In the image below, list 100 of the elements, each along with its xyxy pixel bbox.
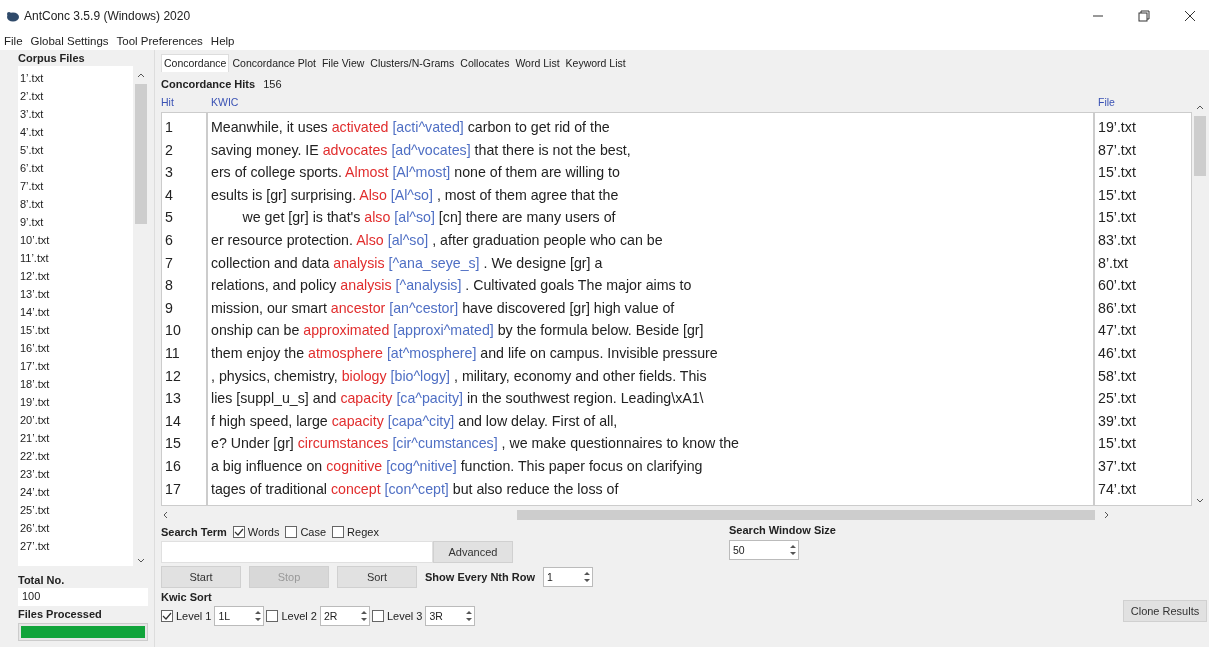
kwic-line: mission, our smart ancestor [an^cestor] have discovered [gr] high value of: [210, 298, 676, 318]
file-list-item[interactable]: 3’.txt: [20, 105, 131, 123]
action-button[interactable]: Start: [161, 566, 241, 588]
spinner-arrows-icon[interactable]: [464, 608, 475, 624]
total-label: Total No.: [18, 574, 66, 586]
hit-number: 6: [164, 230, 174, 250]
checkbox[interactable]: [266, 610, 279, 622]
menu-item[interactable]: Global Settings: [30, 35, 109, 47]
kwic-line: tages of traditional concept [con^cept] but also reduce the loss of: [210, 479, 620, 499]
spinner-field[interactable]: 1: [543, 567, 594, 587]
tab[interactable]: Concordance: [161, 54, 230, 72]
hit-number: 8: [164, 276, 174, 296]
file-list-item[interactable]: 13’.txt: [20, 285, 131, 303]
file-list-item[interactable]: 26’.txt: [20, 519, 131, 537]
restore-icon[interactable]: [1137, 9, 1151, 23]
option-label: Regex: [347, 526, 379, 538]
file-name: 39’.txt: [1097, 411, 1137, 431]
hit-number: 9: [164, 298, 174, 318]
kwic-line: f high speed, large capacity [capa^city] and low delay. First of all,: [210, 411, 619, 431]
checkbox[interactable]: [161, 610, 173, 622]
column-header[interactable]: KWIC: [207, 92, 1094, 112]
column-header[interactable]: Hit: [161, 92, 207, 112]
file-list-item[interactable]: 9’.txt: [20, 213, 131, 231]
spinner-arrows-icon[interactable]: [788, 542, 799, 558]
kwic-line: lies [suppl_u_s] and capacity [ca^pacity] in the southwest region. Leading\xA1\: [210, 389, 705, 409]
option-label: Level 1: [176, 610, 212, 622]
file-list-item[interactable]: 19’.txt: [20, 393, 131, 411]
file-list-item[interactable]: 1’.txt: [20, 69, 131, 87]
menu-item[interactable]: Help: [210, 35, 235, 47]
option-label: Words: [247, 526, 280, 538]
spinner-field[interactable]: 2R: [319, 606, 370, 626]
file-name: 46’.txt: [1097, 343, 1137, 363]
kwic-line: er resource protection. Also [al^so] , after graduation people who can be: [210, 230, 664, 250]
checkbox[interactable]: [232, 526, 245, 538]
spinner-field[interactable]: 1L: [214, 606, 265, 626]
spinner-field[interactable]: 3R: [425, 606, 476, 626]
file-list-item[interactable]: 11’.txt: [20, 249, 131, 267]
clone-results-button[interactable]: Clone Results: [1123, 600, 1207, 622]
file-name: 74’.txt: [1097, 479, 1137, 499]
file-list-item[interactable]: 17’.txt: [20, 357, 131, 375]
app-logo-icon: [6, 10, 20, 22]
action-button[interactable]: Sort: [337, 566, 417, 588]
column-header[interactable]: File: [1094, 92, 1192, 112]
file-list-item[interactable]: 24’.txt: [20, 483, 131, 501]
file-list-item[interactable]: 21’.txt: [20, 429, 131, 447]
spinner-field[interactable]: 50: [729, 540, 800, 560]
file-list-item[interactable]: 10’.txt: [20, 231, 131, 249]
file-list-item[interactable]: 4’.txt: [20, 123, 131, 141]
kwic-line: Meanwhile, it uses activated [acti^vated] carbon to get rid of the: [210, 118, 611, 137]
file-list-item[interactable]: 23’.txt: [20, 465, 131, 483]
file-list-item[interactable]: 12’.txt: [20, 267, 131, 285]
file-list-item[interactable]: 2’.txt: [20, 87, 131, 105]
hit-number: 7: [164, 253, 174, 273]
hit-number: 13: [164, 389, 182, 409]
file-list-item[interactable]: 8’.txt: [20, 195, 131, 213]
file-name: 60’.txt: [1097, 276, 1137, 296]
file-list-item[interactable]: 25’.txt: [20, 501, 131, 519]
file-name: 15’.txt: [1097, 185, 1137, 205]
kwic-line: ers of college sports. Almost [Al^most] none of them are willing to: [210, 163, 621, 183]
scrollbar-thumb[interactable]: [134, 84, 147, 224]
option-label: Level 2: [281, 610, 317, 622]
checkbox[interactable]: [371, 610, 384, 622]
menu-item[interactable]: Tool Preferences: [116, 35, 203, 47]
processed-label: Files Processed: [18, 608, 103, 620]
spinner-arrows-icon[interactable]: [582, 569, 593, 585]
search-field[interactable]: [161, 541, 433, 563]
file-list-item[interactable]: 15’.txt: [20, 321, 131, 339]
kwic-line: a big influence on cognitive [cog^nitive] function. This paper focus on clarifying: [210, 456, 704, 476]
file-list-item[interactable]: 5’.txt: [20, 141, 131, 159]
file-list-item[interactable]: 16’.txt: [20, 339, 131, 357]
file-list-item[interactable]: 6’.txt: [20, 159, 131, 177]
spinner-arrows-icon[interactable]: [253, 608, 264, 624]
file-list-item[interactable]: 22’.txt: [20, 447, 131, 465]
kwic-line: e? Under [gr] circumstances [cir^cumstances] , we make questionnaires to know the: [210, 434, 740, 454]
kwic-line: we get [gr] is that's also [al^so] [cn] there are many users of: [241, 208, 617, 228]
kwic-line: them enjoy the atmosphere [at^mosphere] and life on campus. Invisible pressure: [210, 343, 719, 363]
hit-number: 5: [164, 208, 174, 228]
scrollbar-thumb[interactable]: [1193, 116, 1206, 176]
checkbox[interactable]: [285, 526, 298, 538]
menu-item[interactable]: File: [4, 35, 23, 47]
advanced-button[interactable]: Advanced: [433, 541, 513, 563]
close-icon[interactable]: [1183, 9, 1197, 23]
file-list-item[interactable]: 20’.txt: [20, 411, 131, 429]
hit-number: 3: [164, 163, 174, 183]
window-size-label: Search Window Size: [729, 524, 836, 536]
hit-number: 14: [164, 411, 182, 431]
file-list-item[interactable]: 14’.txt: [20, 303, 131, 321]
hit-number: 17: [164, 479, 182, 499]
hit-number: 1: [164, 118, 174, 137]
file-list-item[interactable]: 18’.txt: [20, 375, 131, 393]
hit-number: 10: [164, 321, 182, 341]
nth-row-label: Show Every Nth Row: [425, 571, 536, 583]
file-list-item[interactable]: 7’.txt: [20, 177, 131, 195]
hits-label: Concordance Hits: [161, 78, 256, 90]
option-label: Level 3: [386, 610, 423, 622]
scrollbar-thumb[interactable]: [517, 510, 1095, 520]
option-label: Case: [300, 526, 327, 538]
file-list-item[interactable]: 27’.txt: [20, 537, 131, 555]
search-term-label: Search Term: [161, 526, 227, 538]
checkbox[interactable]: [332, 526, 345, 538]
